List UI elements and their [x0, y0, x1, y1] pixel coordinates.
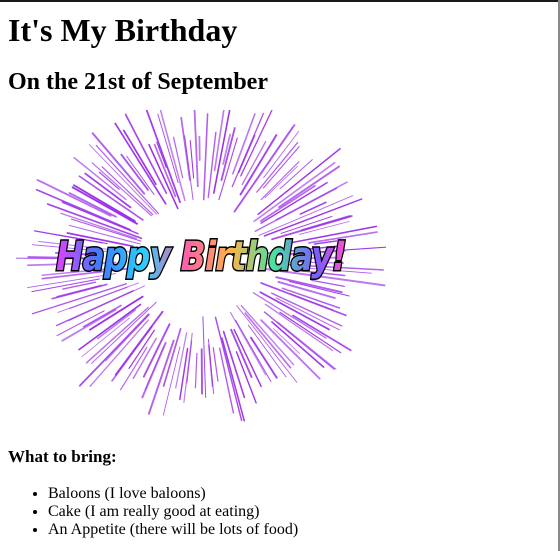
firework-ray [247, 324, 287, 378]
firework-ray [141, 341, 167, 399]
gif-caption-art: Happy Birthday! [56, 234, 346, 280]
firework-ray [263, 311, 335, 370]
list-item: An Appetite (there will be lots of food) [48, 521, 298, 539]
firework-ray [212, 347, 219, 382]
fireworks-icon: Happy Birthday! [15, 99, 389, 422]
firework-ray [235, 351, 257, 404]
firework-ray [214, 316, 243, 422]
firework-ray [189, 140, 195, 179]
firework-ray [260, 181, 328, 224]
firework-ray [230, 328, 253, 378]
firework-ray [253, 161, 336, 223]
list-item: Cake (I am really good at eating) [48, 503, 298, 521]
firework-ray [184, 135, 194, 201]
firework-ray [56, 284, 102, 298]
bring-list: Baloons (I love baloons) Cake (I am real… [8, 485, 298, 539]
firework-ray [193, 109, 199, 188]
firework-ray [179, 347, 189, 401]
birthday-gif: Happy Birthday! [15, 99, 389, 430]
bring-heading: What to bring: [8, 447, 117, 466]
firework-ray [202, 113, 209, 201]
firework-ray [31, 283, 128, 315]
page-subtitle: On the 21st of September [8, 69, 268, 95]
list-item: Baloons (I love baloons) [48, 485, 298, 503]
firework-ray [272, 328, 301, 354]
page-title: It's My Birthday [8, 12, 238, 48]
firework-ray [180, 116, 191, 181]
firework-ray [120, 346, 148, 391]
firework-ray [202, 316, 207, 398]
firework-ray [124, 113, 168, 194]
firework-ray [194, 352, 198, 389]
firework-ray [229, 311, 267, 376]
firework-ray [91, 162, 152, 217]
window-top-border [0, 0, 560, 2]
